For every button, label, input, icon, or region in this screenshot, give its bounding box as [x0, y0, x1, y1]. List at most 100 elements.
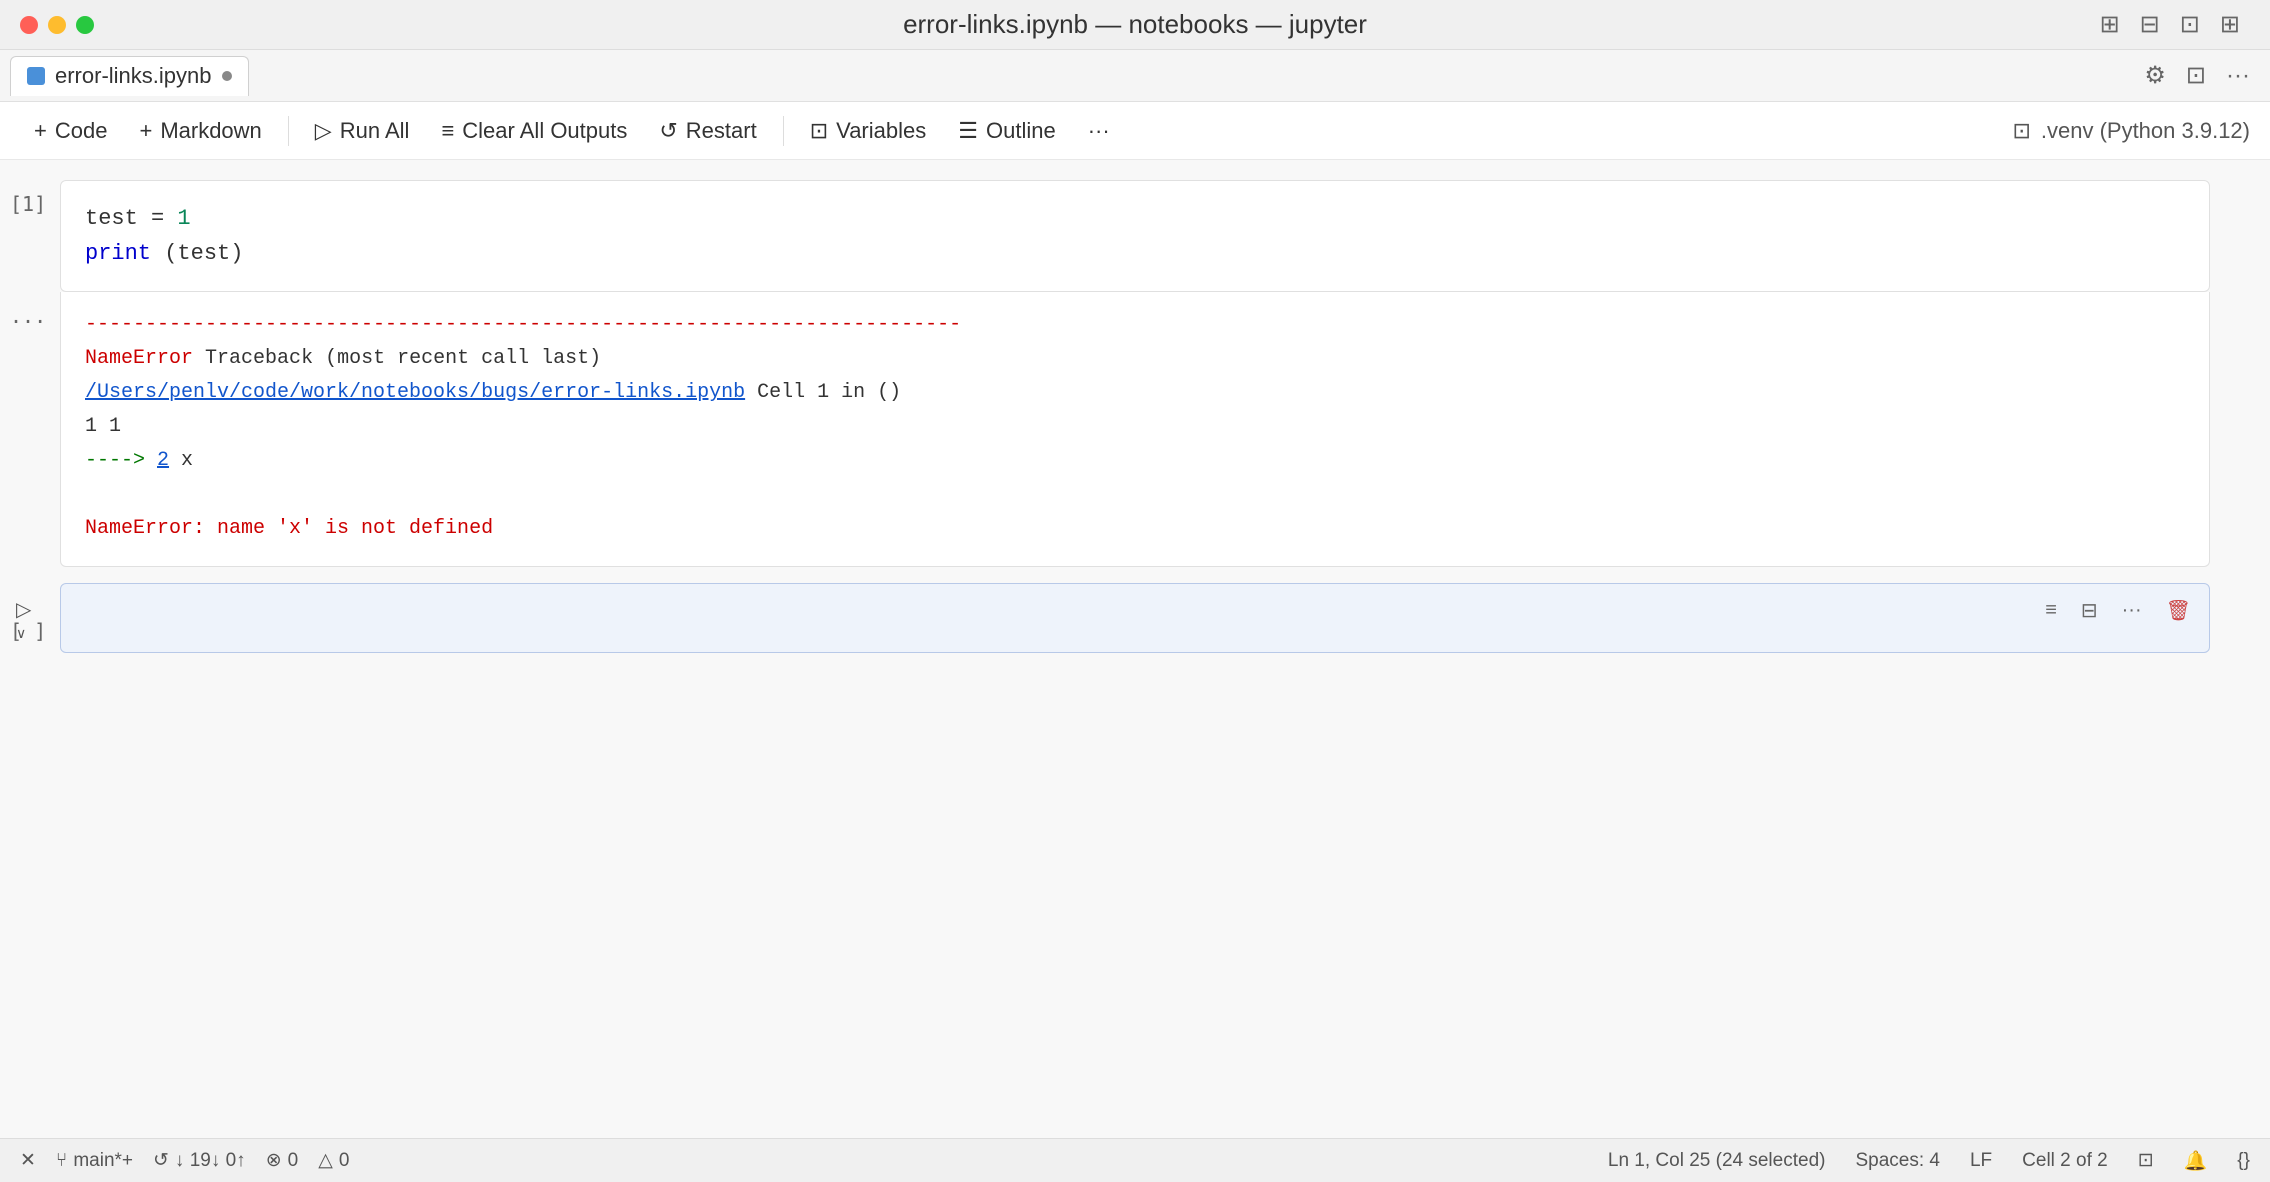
separator-1	[288, 116, 289, 146]
notebook-content: [1] test = 1 print (test) ... ----------…	[0, 160, 2270, 1138]
run-all-icon: ▷	[315, 118, 332, 144]
error-line-link[interactable]: 2	[157, 449, 169, 472]
close-panel-icon[interactable]: ✕	[20, 1149, 36, 1172]
add-code-button[interactable]: + Code	[20, 112, 121, 150]
plus-markdown-icon: +	[139, 118, 152, 144]
cell-2-container: ▷ ∨ [ ] ≡ ⊟ ··· 🗑	[60, 583, 2210, 653]
add-markdown-button[interactable]: + Markdown	[125, 112, 275, 150]
spaces-label: Spaces: 4	[1855, 1150, 1940, 1172]
traffic-lights	[20, 16, 94, 34]
plus-icon: +	[34, 118, 47, 144]
cell-more-button[interactable]: ···	[2114, 595, 2150, 626]
brace-icon[interactable]: {}	[2237, 1150, 2250, 1172]
add-markdown-label: Markdown	[160, 118, 261, 144]
python-env-icon: ⊡	[2012, 118, 2030, 144]
more-toolbar-button[interactable]: ···	[1074, 112, 1124, 150]
warnings-label: 0	[339, 1150, 350, 1172]
variables-button[interactable]: ⊡ Variables	[796, 112, 941, 150]
minimize-button[interactable]	[48, 16, 66, 34]
status-right: Ln 1, Col 25 (24 selected) Spaces: 4 LF …	[1608, 1149, 2250, 1173]
cell-delete-button[interactable]: 🗑	[2158, 594, 2199, 627]
outline-button[interactable]: ☰ Outline	[944, 112, 1069, 150]
error-arrow-line: ----> 2 x	[85, 444, 2185, 478]
warnings-status[interactable]: △ 0	[318, 1149, 349, 1172]
cell-format-button[interactable]: ≡	[2037, 595, 2065, 626]
restart-icon: ↺	[659, 118, 677, 144]
error-separator: ----------------------------------------…	[85, 308, 2185, 342]
error-status-icon: ⊗	[266, 1149, 282, 1172]
code-line-1: test = 1	[85, 201, 2185, 236]
clear-icon: ≡	[441, 118, 454, 144]
sync-status[interactable]: ↺ ↓ 19↓ 0↑	[153, 1149, 246, 1172]
more-tabs-icon[interactable]: ···	[2226, 62, 2250, 90]
tab-bar-right-controls: ⚙ ⊡ ···	[2144, 61, 2250, 90]
outline-label: Outline	[986, 118, 1056, 144]
error-type: NameError	[85, 347, 193, 370]
restart-label: Restart	[686, 118, 757, 144]
code-num-1: 1	[177, 206, 190, 231]
layout-icon-3[interactable]: ⊡	[2180, 10, 2200, 39]
cell-2-actions: ≡ ⊟ ··· 🗑	[2037, 594, 2199, 627]
cell-1-code[interactable]: test = 1 print (test)	[61, 181, 2209, 291]
notification-bell-icon[interactable]: 🔔	[2184, 1149, 2208, 1173]
window-title: error-links.ipynb — notebooks — jupyter	[903, 9, 1367, 40]
error-message: NameError: name 'x' is not defined	[85, 512, 2185, 546]
cell-position-label: Cell 2 of 2	[2022, 1150, 2108, 1172]
cell-merge-button[interactable]: ⊟	[2073, 594, 2106, 627]
error-line1: 1 1	[85, 410, 2185, 444]
variables-icon: ⊡	[810, 118, 828, 144]
error-arrow: ---->	[85, 449, 157, 472]
code-line-2: print (test)	[85, 236, 2185, 271]
output-1-number: ...	[10, 304, 46, 328]
maximize-button[interactable]	[76, 16, 94, 34]
errors-label: 0	[288, 1150, 299, 1172]
layout-split-icon[interactable]: ⊡	[2186, 61, 2206, 90]
cursor-position: Ln 1, Col 25 (24 selected)	[1608, 1150, 1826, 1172]
cell-2-number: [ ]	[10, 619, 46, 643]
clear-all-outputs-button[interactable]: ≡ Clear All Outputs	[427, 112, 641, 150]
error-file-link[interactable]: /Users/penlv/code/work/notebooks/bugs/er…	[85, 381, 745, 404]
cell-2-box[interactable]: ≡ ⊟ ··· 🗑	[60, 583, 2210, 653]
branch-label: main*+	[73, 1150, 133, 1172]
add-code-label: Code	[55, 118, 108, 144]
warning-icon: △	[318, 1149, 333, 1172]
branch-status[interactable]: ⑂ main*+	[56, 1150, 133, 1172]
error-file-line: /Users/penlv/code/work/notebooks/bugs/er…	[85, 376, 2185, 410]
separator-line: ----------------------------------------…	[85, 313, 961, 336]
toolbar-right: ⊡ .venv (Python 3.9.12)	[2012, 118, 2250, 144]
close-button[interactable]	[20, 16, 38, 34]
title-bar-controls: ⊞ ⊟ ⊡ ⊞	[2100, 10, 2240, 39]
modified-indicator	[222, 71, 232, 81]
cell-1-container: [1] test = 1 print (test)	[60, 180, 2210, 292]
status-left: ✕ ⑂ main*+ ↺ ↓ 19↓ 0↑ ⊗ 0 △ 0	[20, 1149, 349, 1172]
run-all-button[interactable]: ▷ Run All	[301, 112, 424, 150]
separator-2	[783, 116, 784, 146]
outline-icon: ☰	[958, 118, 978, 144]
clear-all-outputs-label: Clear All Outputs	[462, 118, 627, 144]
errors-status[interactable]: ⊗ 0	[266, 1149, 299, 1172]
run-all-label: Run All	[340, 118, 410, 144]
error-blank	[85, 478, 2185, 512]
notebook-type-icon[interactable]: ⊡	[2138, 1149, 2154, 1172]
settings-icon[interactable]: ⚙	[2144, 61, 2166, 90]
toolbar: + Code + Markdown ▷ Run All ≡ Clear All …	[0, 102, 2270, 160]
output-1-box: ----------------------------------------…	[60, 292, 2210, 567]
status-bar: ✕ ⑂ main*+ ↺ ↓ 19↓ 0↑ ⊗ 0 △ 0 Ln 1, Col …	[0, 1138, 2270, 1182]
cell-1-number: [1]	[10, 192, 46, 216]
code-print-arg: (test)	[164, 241, 243, 266]
python-env-label[interactable]: .venv (Python 3.9.12)	[2041, 118, 2250, 144]
code-assign: =	[151, 206, 177, 231]
cell-1-box[interactable]: test = 1 print (test)	[60, 180, 2210, 292]
tab-bar: error-links.ipynb ⚙ ⊡ ···	[0, 50, 2270, 102]
code-var-test: test	[85, 206, 138, 231]
layout-icon-1[interactable]: ⊞	[2100, 10, 2120, 39]
tab-error-links[interactable]: error-links.ipynb	[10, 56, 249, 96]
more-icon: ···	[1088, 118, 1110, 144]
error-arrow-code: x	[181, 449, 193, 472]
restart-button[interactable]: ↺ Restart	[645, 112, 770, 150]
layout-icon-4[interactable]: ⊞	[2220, 10, 2240, 39]
layout-icon-2[interactable]: ⊟	[2140, 10, 2160, 39]
error-cell-ref: Cell 1 in ()	[757, 381, 901, 404]
notebook-tab-icon	[27, 67, 45, 85]
output-1-area: ... ------------------------------------…	[60, 292, 2210, 567]
